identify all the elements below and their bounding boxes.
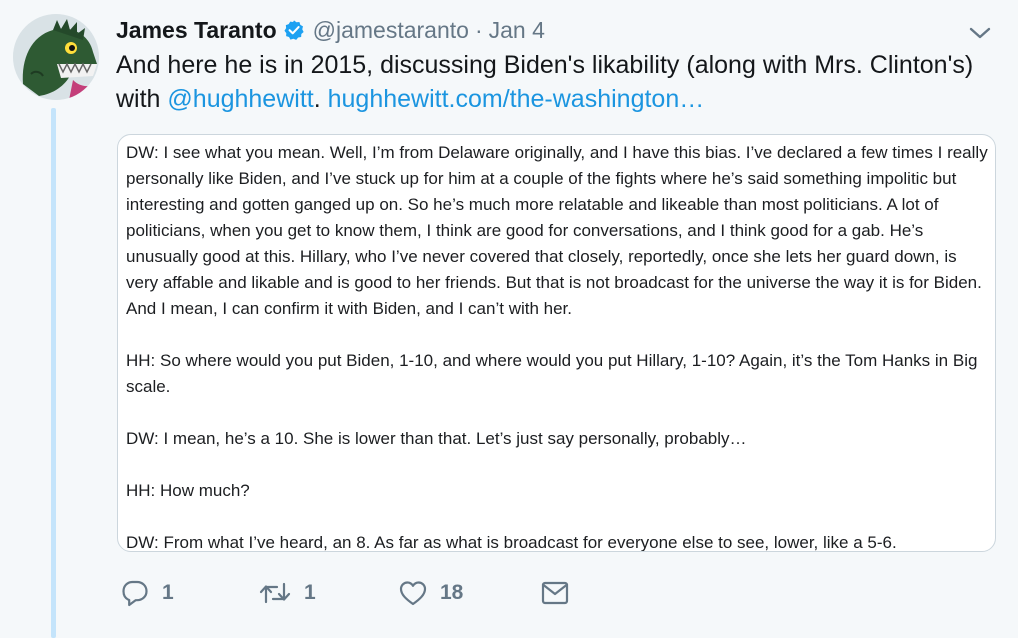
retweet-icon xyxy=(258,578,292,608)
heart-icon xyxy=(398,578,428,608)
url-link[interactable]: hughhewitt.com/the-washington… xyxy=(328,85,705,113)
reply-button[interactable]: 1 xyxy=(120,578,258,608)
quote-paragraph: DW: I mean, he’s a 10. She is lower than… xyxy=(126,429,747,448)
direct-message-icon xyxy=(540,578,570,608)
tweet-header: James Taranto @jamestaranto · Jan 4 xyxy=(116,14,545,46)
quoted-text-card[interactable]: DW: I see what you mean. Well, I’m from … xyxy=(117,134,996,552)
quoted-text-body: DW: I see what you mean. Well, I’m from … xyxy=(118,135,995,552)
mention-link[interactable]: @hughhewitt xyxy=(167,85,313,113)
reply-count: 1 xyxy=(162,581,174,604)
author-name[interactable]: James Taranto xyxy=(116,17,277,44)
like-button[interactable]: 18 xyxy=(398,578,540,608)
tweet-date[interactable]: Jan 4 xyxy=(489,17,545,44)
avatar-image xyxy=(13,14,99,100)
retweet-button[interactable]: 1 xyxy=(258,578,398,608)
avatar[interactable] xyxy=(13,14,99,100)
quote-paragraph: HH: How much? xyxy=(126,481,250,500)
quote-paragraph: DW: I see what you mean. Well, I’m from … xyxy=(126,143,988,318)
like-count: 18 xyxy=(440,581,464,604)
retweet-count: 1 xyxy=(304,581,316,604)
direct-message-button[interactable] xyxy=(540,578,570,608)
author-handle[interactable]: @jamestaranto xyxy=(313,17,469,44)
chevron-down-icon[interactable] xyxy=(966,22,994,44)
quote-paragraph: HH: So where would you put Biden, 1-10, … xyxy=(126,351,978,396)
header-separator: · xyxy=(474,16,483,43)
tweet-text: And here he is in 2015, discussing Biden… xyxy=(116,48,996,116)
tweet-text-separator: . xyxy=(313,85,328,113)
verified-badge-icon xyxy=(283,19,305,41)
reply-icon xyxy=(120,578,150,608)
thread-connector-line xyxy=(51,108,56,638)
tweet-actions-bar: 1 1 18 xyxy=(120,576,570,610)
quote-paragraph: DW: From what I’ve heard, an 8. As far a… xyxy=(126,533,897,552)
